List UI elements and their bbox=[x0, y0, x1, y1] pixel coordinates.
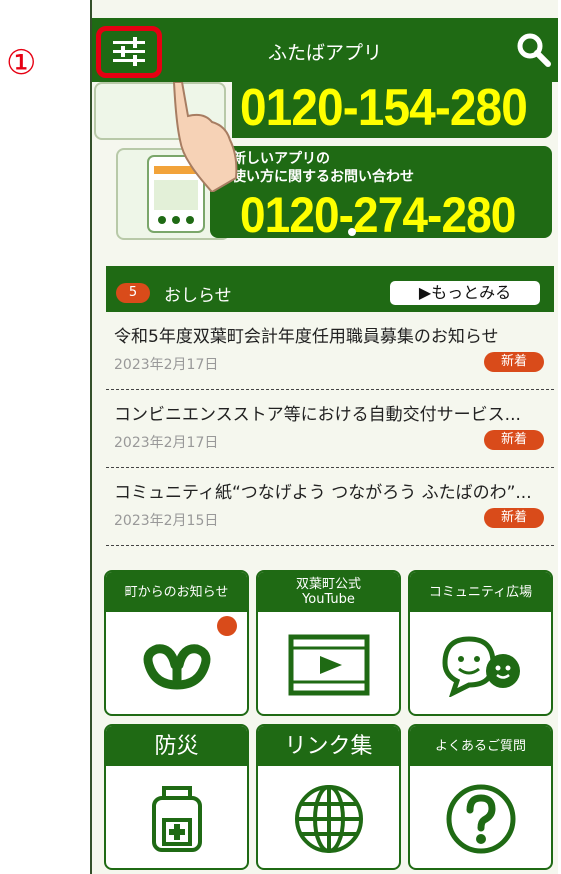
news-item-title: コンビニエンスストア等における自動交付サービス... bbox=[114, 405, 521, 425]
tile-youtube[interactable]: 双葉町公式 YouTube bbox=[256, 570, 401, 716]
new-badge: 新着 bbox=[484, 352, 544, 372]
pager-dot bbox=[348, 228, 356, 236]
town-emblem-icon bbox=[106, 616, 247, 714]
phone-number-2: 0120-274-280 bbox=[240, 187, 516, 243]
contact-banner[interactable]: 0120-154-280 新しいアプリの 使い方に関するお問い合わせ 0120-… bbox=[92, 79, 558, 258]
globe-icon bbox=[258, 770, 399, 868]
tile-label: リンク集 bbox=[258, 726, 399, 766]
new-badge: 新着 bbox=[484, 430, 544, 450]
tile-label: 防災 bbox=[106, 726, 247, 766]
tile-label: 双葉町公式 YouTube bbox=[258, 572, 399, 612]
news-item-date: 2023年2月17日 bbox=[114, 357, 219, 373]
news-count-badge: 5 bbox=[116, 283, 150, 303]
news-item-title: 令和5年度双葉町会計年度任用職員募集のお知らせ bbox=[114, 327, 499, 347]
video-play-icon bbox=[258, 616, 399, 714]
tile-community[interactable]: コミュニティ広場 bbox=[408, 570, 553, 716]
tile-label: よくあるご質問 bbox=[410, 726, 551, 766]
more-button[interactable]: ▶もっとみる bbox=[390, 281, 540, 305]
news-item[interactable]: 令和5年度双葉町会計年度任用職員募集のお知らせ 2023年2月17日 新着 bbox=[106, 312, 554, 390]
news-title: おしらせ bbox=[164, 286, 232, 306]
tile-town-news[interactable]: 町からのお知らせ bbox=[104, 570, 249, 716]
tile-label: 町からのお知らせ bbox=[106, 572, 247, 612]
app-screen: ふたばアプリ 0120-154-280 新しいアプリの 使い方に関するお問い合わ… bbox=[90, 0, 558, 874]
news-item[interactable]: コンビニエンスストア等における自動交付サービス... 2023年2月17日 新着 bbox=[106, 390, 554, 468]
tile-faq[interactable]: よくあるご質問 bbox=[408, 724, 553, 870]
app-bar: ふたばアプリ bbox=[92, 18, 558, 82]
tile-links[interactable]: リンク集 bbox=[256, 724, 401, 870]
phone-number-1: 0120-154-280 bbox=[240, 79, 528, 137]
news-header: 5 おしらせ ▶もっとみる bbox=[106, 266, 554, 312]
tile-label: コミュニティ広場 bbox=[410, 572, 551, 612]
news-list: 令和5年度双葉町会計年度任用職員募集のお知らせ 2023年2月17日 新着 コン… bbox=[106, 312, 554, 546]
news-item-date: 2023年2月17日 bbox=[114, 435, 219, 451]
news-item[interactable]: コミュニティ紙“つなげよう つながろう ふたばのわ”... 2023年2月15日… bbox=[106, 468, 554, 546]
pointing-hand-icon bbox=[172, 82, 238, 192]
news-item-date: 2023年2月15日 bbox=[114, 513, 219, 529]
search-icon[interactable] bbox=[516, 32, 552, 68]
app-title: ふたばアプリ bbox=[267, 42, 382, 64]
tile-label-line-2: YouTube bbox=[302, 592, 355, 607]
question-icon bbox=[410, 770, 551, 868]
new-badge: 新着 bbox=[484, 508, 544, 528]
chat-faces-icon bbox=[410, 616, 551, 714]
tile-disaster[interactable]: 防災 bbox=[104, 724, 249, 870]
step-marker: ① bbox=[6, 43, 37, 83]
emergency-bag-icon bbox=[106, 770, 247, 868]
tile-label-line-1: 双葉町公式 bbox=[295, 577, 361, 592]
news-item-title: コミュニティ紙“つなげよう つながろう ふたばのわ”... bbox=[114, 483, 532, 503]
